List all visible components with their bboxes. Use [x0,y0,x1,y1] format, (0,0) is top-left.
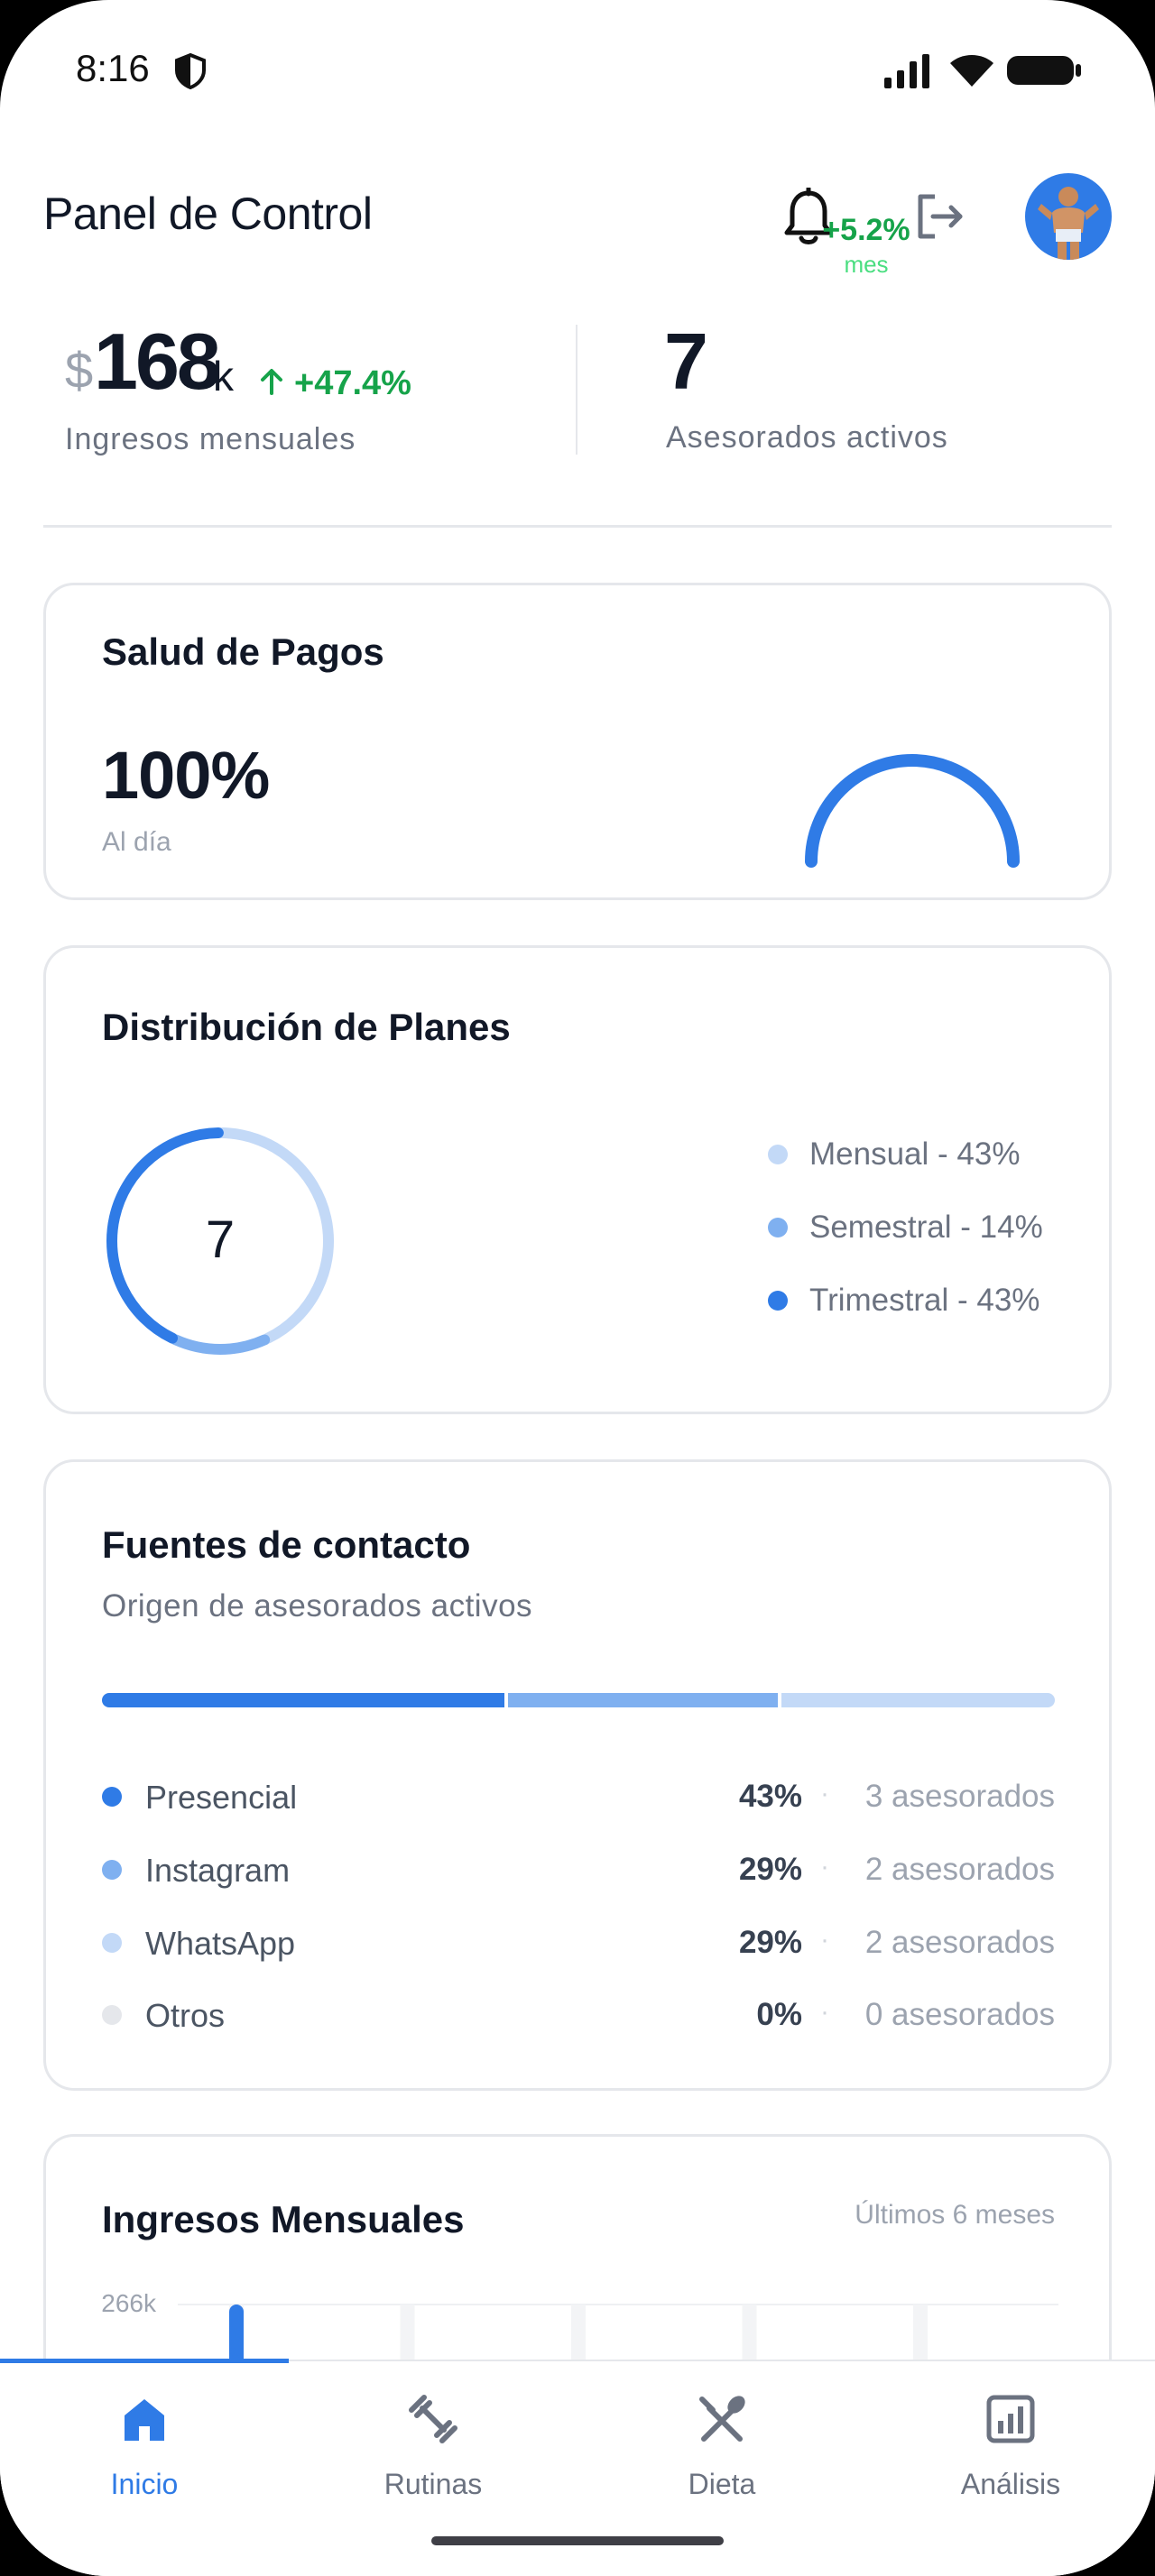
plan-distribution-card[interactable]: Distribución de Planes 7 Mensual - 43% S… [43,945,1112,1414]
fork-knife-icon [699,2396,745,2442]
source-row-instagram: Instagram 29% · 2 asesorados [102,1847,1055,1892]
revenue-suffix: k [213,353,234,400]
page-title: Panel de Control [43,189,373,239]
source-name: Instagram [145,1852,291,1889]
revenue-change: +47.4% [294,364,411,402]
shield-icon [175,52,206,90]
nav-tab-analisis[interactable]: Análisis [866,2387,1155,2504]
gauge-unit: mes [844,251,889,278]
source-separator: · [820,1925,829,1955]
card-title: Ingresos Mensuales [102,2198,465,2240]
source-dot [102,2005,122,2025]
gauge-change: +5.2% [822,213,910,247]
source-row-otros: Otros 0% · 0 asesorados [102,1992,1055,2038]
contact-sources-card[interactable]: Fuentes de contacto Origen de asesorados… [43,1459,1112,2091]
stack-segment [507,1693,778,1707]
source-count: 2 asesorados [864,1925,1055,1960]
source-count: 2 asesorados [864,1852,1055,1887]
wifi-icon [950,55,993,87]
range-label: Últimos 6 meses [855,2200,1055,2230]
phone-screen: 8:16 Panel de Control $ 168 k +47.4% Ing… [0,0,1155,2576]
revenue-currency: $ [65,342,94,399]
payment-health-subtitle: Al día [102,827,171,857]
sources-stacked-bar [102,1693,1055,1707]
source-separator: · [820,1997,829,2027]
card-title: Distribución de Planes [102,1006,511,1048]
payment-health-card[interactable]: Salud de Pagos 100% Al día [43,583,1112,900]
source-row-whatsapp: WhatsApp 29% · 2 asesorados [102,1920,1055,1965]
nav-tab-rutinas[interactable]: Rutinas [289,2387,578,2504]
legend-item-semestral: Semestral - 14% [768,1205,1043,1250]
nav-label: Inicio [110,2468,179,2500]
legend-label: Mensual - 43% [809,1136,1021,1172]
nav-tab-dieta[interactable]: Dieta [578,2387,866,2504]
stack-segment [781,1693,1055,1707]
legend-item-trimestral: Trimestral - 43% [768,1278,1040,1323]
home-icon [125,2399,164,2441]
legend-item-mensual: Mensual - 43% [768,1132,1020,1177]
signal-icon [884,54,929,88]
section-divider [43,525,1112,528]
status-time: 8:16 [76,47,150,89]
y-tick-label: 266k [102,2289,157,2317]
card-subtitle: Origen de asesorados activos [102,1588,533,1624]
source-percent: 0% [756,1997,802,2032]
payment-gauge [805,754,1020,868]
source-dot [102,1787,122,1807]
revenue-label: Ingresos mensuales [65,422,356,456]
dumbbell-icon [409,2395,457,2443]
source-row-presencial: Presencial 43% · 3 asesorados [102,1774,1055,1819]
card-title: Salud de Pagos [102,630,384,673]
source-name: Otros [145,1997,226,2034]
source-percent: 29% [738,1852,802,1887]
battery-icon [1007,56,1081,85]
nav-label: Rutinas [383,2468,483,2500]
revenue-value: 168 [94,317,221,406]
legend-dot [768,1218,788,1237]
source-dot [102,1933,122,1953]
chart-icon [986,2395,1035,2443]
active-clients-count: 7 [664,317,708,406]
source-dot [102,1860,122,1880]
legend-dot [768,1291,788,1311]
source-count: 0 asesorados [864,1997,1055,2032]
payment-health-value: 100% [102,738,270,813]
arrow-up-icon [261,369,282,395]
source-name: WhatsApp [145,1925,296,1962]
kpi-divider [576,325,578,455]
avatar-person-icon [1038,187,1099,260]
donut-center-total: 7 [205,1210,236,1269]
nav-label: Dieta [688,2468,756,2500]
legend-label: Trimestral - 43% [809,1283,1040,1318]
status-bar: 8:16 [0,0,1155,135]
source-separator: · [820,1852,829,1881]
active-clients-label: Asesorados activos [666,420,948,455]
donut-segment [170,1334,271,1355]
nav-tab-inicio[interactable]: Inicio [0,2387,289,2504]
active-tab-indicator [0,2359,289,2363]
stack-segment [102,1693,504,1707]
source-percent: 29% [738,1925,802,1960]
home-indicator-bar [431,2536,724,2545]
source-name: Presencial [145,1779,298,1816]
source-count: 3 asesorados [864,1779,1055,1814]
source-percent: 43% [738,1779,802,1814]
avatar[interactable] [1025,173,1112,260]
source-separator: · [820,1779,829,1808]
legend-label: Semestral - 14% [809,1210,1043,1245]
nav-label: Análisis [960,2468,1061,2500]
card-title: Fuentes de contacto [102,1523,471,1566]
legend-dot [768,1145,788,1164]
